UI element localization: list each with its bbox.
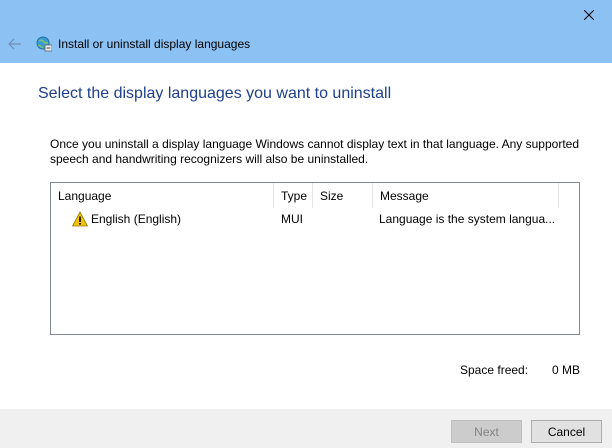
close-button[interactable] — [566, 0, 612, 30]
language-name: English (English) — [91, 212, 182, 226]
description-text: Once you uninstall a display language Wi… — [50, 137, 580, 166]
language-globe-icon — [36, 36, 52, 52]
column-header-filler — [559, 183, 579, 208]
window-title: Install or uninstall display languages — [58, 37, 251, 51]
column-header-type[interactable]: Type — [274, 183, 313, 208]
column-header-message[interactable]: Message — [373, 183, 559, 208]
space-freed-label: Space freed: — [460, 363, 529, 377]
navigation-row: Install or uninstall display languages — [0, 30, 612, 58]
next-button[interactable]: Next — [451, 420, 522, 443]
close-icon — [584, 10, 594, 20]
list-header: Language Type Size Message — [51, 183, 579, 208]
cell-type: MUI — [281, 212, 303, 226]
back-arrow-icon — [8, 38, 21, 50]
cell-message: Language is the system langua... — [379, 212, 556, 226]
space-freed-value: 0 MB — [551, 363, 580, 377]
column-header-size[interactable]: Size — [313, 183, 373, 208]
list-item[interactable]: English (English) MUI Language is the sy… — [51, 208, 579, 230]
cancel-button[interactable]: Cancel — [531, 420, 602, 443]
warning-icon — [72, 211, 88, 227]
languages-list[interactable]: Language Type Size Message English (Engl… — [50, 182, 580, 335]
title-bar: Install or uninstall display languages — [0, 0, 612, 63]
back-button[interactable] — [0, 30, 30, 58]
footer-bar: Next Cancel — [0, 409, 612, 448]
cell-language: English (English) — [51, 211, 274, 227]
column-header-language[interactable]: Language — [51, 183, 274, 208]
page-heading: Select the display languages you want to… — [38, 85, 392, 102]
